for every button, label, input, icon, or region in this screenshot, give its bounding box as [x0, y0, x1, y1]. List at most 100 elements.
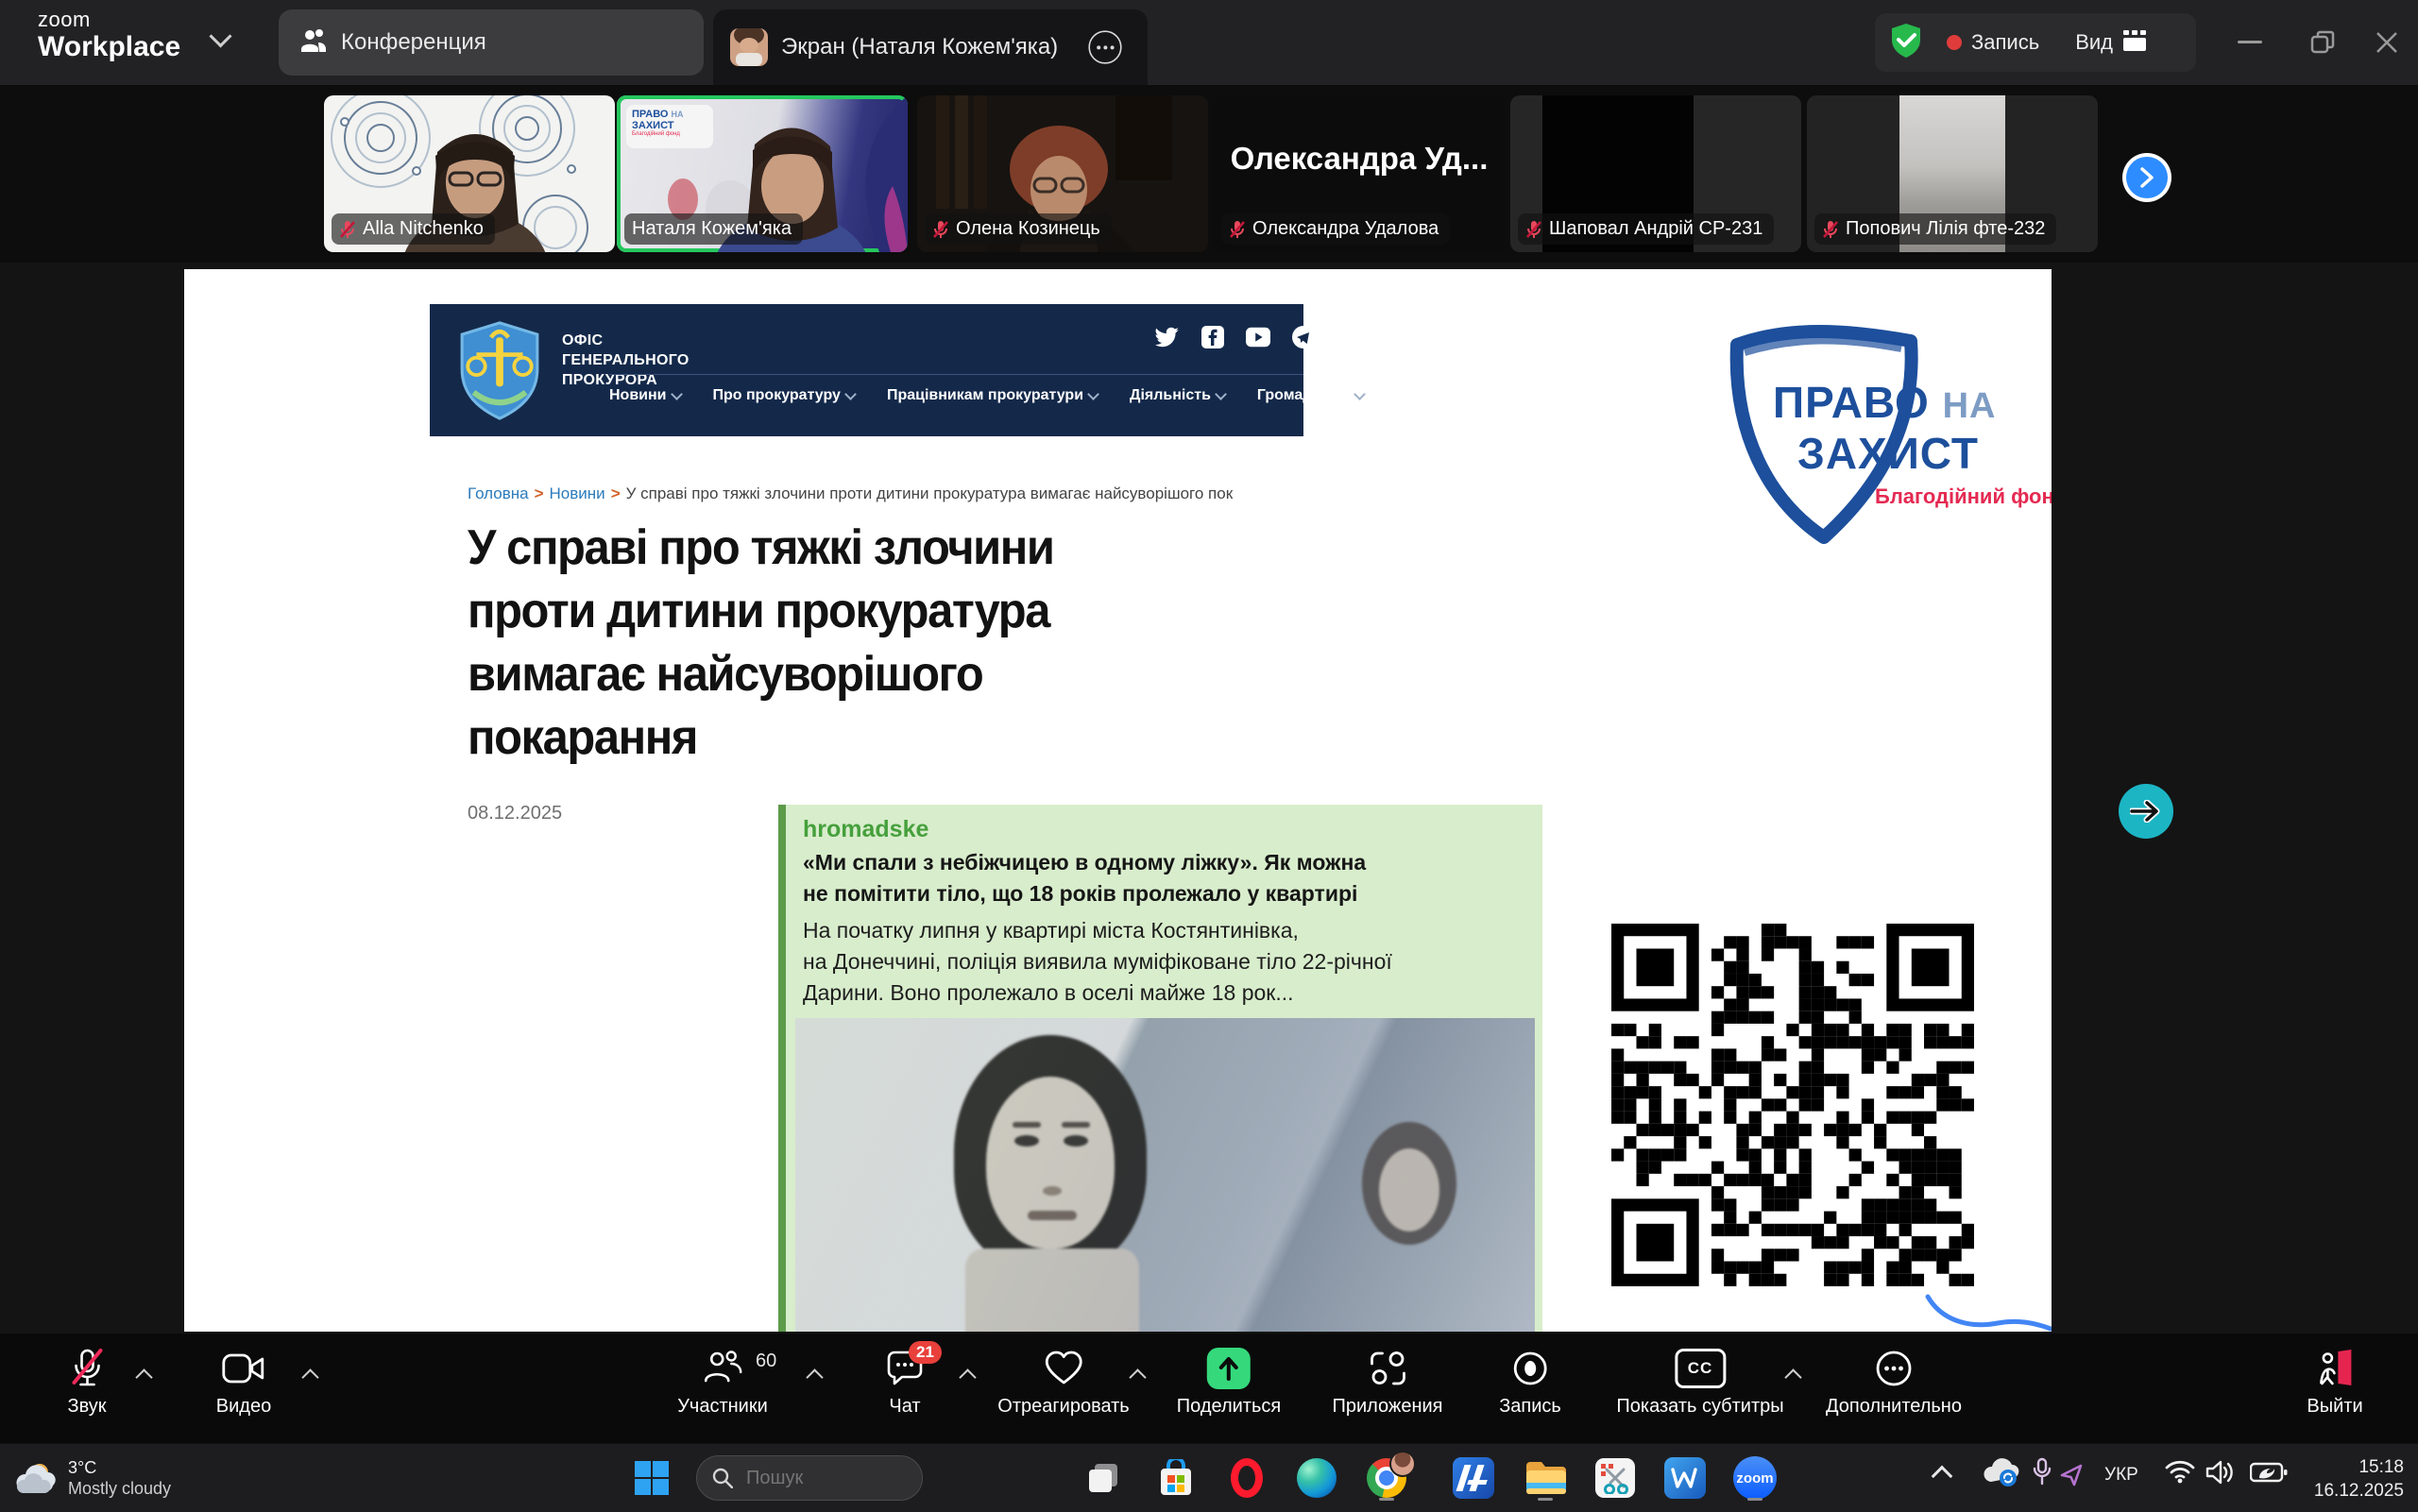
close-button[interactable] — [2361, 17, 2412, 68]
muted-mic-icon — [932, 220, 949, 239]
video-tile-oleksandra[interactable]: Олександра Уд... Олександра Удалова — [1214, 95, 1505, 252]
nav-cut[interactable]: К — [1396, 387, 1405, 404]
volume-icon[interactable] — [2205, 1459, 2235, 1486]
participants-options-chevron[interactable] — [806, 1368, 823, 1385]
battery-icon[interactable] — [2250, 1461, 2288, 1484]
react-options-chevron[interactable] — [1129, 1368, 1146, 1385]
next-participants-button[interactable] — [2122, 153, 2171, 202]
weather-temp: 3°C — [68, 1457, 171, 1478]
edge-icon[interactable] — [1292, 1453, 1341, 1503]
security-shield-icon[interactable] — [1890, 23, 1922, 63]
pnz-word1: ПРАВО НА — [1773, 377, 1996, 428]
participants-button[interactable]: Участники — [677, 1347, 768, 1418]
meeting-toolbar: Звук Видео Участники 60 Чат 21 Отреагиро… — [0, 1334, 2418, 1443]
tab-conference[interactable]: Конференция — [279, 9, 704, 76]
view-grid-icon[interactable] — [2122, 29, 2147, 57]
video-tile-olena[interactable]: Олена Козинець — [917, 95, 1208, 252]
opera-icon[interactable] — [1222, 1453, 1271, 1503]
wifi-icon[interactable] — [2165, 1459, 2195, 1484]
task-view-icon[interactable] — [1081, 1453, 1130, 1503]
nav-about[interactable]: Про прокуратуру — [713, 387, 855, 404]
leave-button[interactable]: Выйти — [2307, 1347, 2362, 1418]
record-button[interactable]: Запись — [1499, 1347, 1561, 1418]
apps-icon — [1369, 1347, 1406, 1390]
tray-expand-chevron[interactable] — [1934, 1461, 1950, 1484]
pen-annotation — [1922, 1291, 2052, 1332]
minimize-button[interactable] — [2224, 17, 2275, 68]
mic-in-use-icon[interactable] — [2033, 1457, 2052, 1486]
windows-logo-icon — [634, 1460, 670, 1496]
participant-name-tag: Олександра Удалова — [1221, 213, 1450, 245]
site-nav: Новини Про прокуратуру Працівникам проку… — [609, 387, 1405, 404]
chrome-icon[interactable] — [1362, 1453, 1411, 1503]
location-in-use-icon[interactable] — [2059, 1463, 2084, 1487]
quote-line: на Донеччині, поліція виявила муміфікова… — [803, 946, 1542, 977]
video-label: Видео — [216, 1396, 271, 1418]
workspace-dropdown-chevron[interactable] — [213, 28, 229, 44]
nav-news[interactable]: Новини — [609, 387, 681, 404]
participant-name-tag: Alla Nitchenko — [332, 213, 495, 245]
nav-citizens[interactable]: Громадянам — [1257, 387, 1364, 404]
quote-source: hromadske — [803, 816, 1542, 843]
twitter-icon[interactable] — [1155, 325, 1180, 349]
tab-screen-share[interactable]: Экран (Наталя Кожем'яка) — [713, 9, 1148, 85]
tab-screen-share-label: Экран (Наталя Кожем'яка) — [781, 34, 1058, 60]
more-button[interactable]: Дополнительно — [1826, 1347, 1962, 1418]
onedrive-icon[interactable] — [1980, 1457, 2021, 1487]
participant-name: Олена Козинець — [956, 218, 1100, 240]
word-icon[interactable] — [1660, 1453, 1710, 1503]
tab-options-icon[interactable] — [1089, 30, 1122, 63]
pnz-subtitle: Благодійний фонд — [1875, 484, 2052, 509]
breadcrumb-home[interactable]: Головна — [468, 484, 529, 502]
meeting-info-pill: Запись Вид — [1875, 13, 2196, 72]
view-label[interactable]: Вид — [2075, 30, 2113, 55]
apps-button[interactable]: Приложения — [1332, 1347, 1442, 1418]
video-button[interactable]: Видео — [216, 1347, 271, 1418]
breadcrumb: Головна>Новини>У справі про тяжкі злочин… — [468, 484, 1233, 503]
annotation-arrow-cursor — [2119, 784, 2173, 839]
article-title: У справі про тяжкі злочини проти дитини … — [468, 517, 1054, 770]
captions-options-chevron[interactable] — [1784, 1368, 1801, 1385]
video-tile-natalia[interactable]: ПРАВО НА ЗАХИСТ Благодійний фонд Наталя … — [617, 95, 908, 252]
restore-button[interactable] — [2297, 17, 2348, 68]
video-tile-shapoval[interactable]: Шаповал Андрій СР-231 — [1510, 95, 1801, 252]
zoom-app-icon[interactable]: zoom — [1730, 1453, 1779, 1503]
pnz-logo: ПРАВО НА ЗАХИСТ Благодійний фонд — [1714, 318, 2052, 554]
breadcrumb-news[interactable]: Новини — [550, 484, 605, 502]
brand-zoom: zoom — [38, 9, 180, 30]
site-org-name: ОФІС ГЕНЕРАЛЬНОГО ПРОКУРОРА — [562, 331, 690, 390]
participants-icon — [702, 1347, 743, 1390]
chat-unread-badge: 21 — [909, 1341, 942, 1364]
nav-employees[interactable]: Працівникам прокуратури — [887, 387, 1098, 404]
microsoft-store-icon[interactable] — [1151, 1453, 1200, 1503]
telegram-icon[interactable] — [1291, 325, 1316, 349]
video-options-chevron[interactable] — [301, 1368, 318, 1385]
video-tile-popovych[interactable]: Попович Лілія фте-232 — [1807, 95, 2098, 252]
record-label: Запись — [1499, 1396, 1561, 1418]
chat-options-chevron[interactable] — [959, 1368, 976, 1385]
react-button[interactable]: Отреагировать — [997, 1347, 1129, 1418]
youtube-icon[interactable] — [1246, 325, 1270, 349]
weather-widget[interactable]: 3°C Mostly cloudy — [11, 1448, 238, 1508]
zoom-title-bar: zoom Workplace Конференция Экран (Наталя… — [0, 0, 2418, 85]
record-icon — [1511, 1347, 1549, 1390]
file-explorer-icon[interactable] — [1521, 1453, 1570, 1503]
cc-icon: CC — [1675, 1347, 1726, 1390]
language-indicator[interactable]: УКР — [2104, 1465, 2138, 1486]
snipping-tool-icon[interactable] — [1591, 1453, 1640, 1503]
clock[interactable]: 15:18 16.12.2025 — [2305, 1455, 2404, 1503]
search-input[interactable] — [744, 1467, 909, 1490]
facebook-icon[interactable] — [1200, 325, 1225, 349]
qr-code — [1611, 924, 1974, 1286]
app-icon-a[interactable] — [1449, 1453, 1498, 1503]
recording-label[interactable]: Запись — [1971, 30, 2039, 55]
captions-button[interactable]: CC Показать субтитры — [1616, 1347, 1783, 1418]
start-button[interactable] — [627, 1453, 676, 1503]
audio-button[interactable]: Звук — [67, 1347, 106, 1418]
audio-options-chevron[interactable] — [135, 1368, 152, 1385]
nav-activity[interactable]: Діяльність — [1130, 387, 1225, 404]
video-tile-alla[interactable]: Alla Nitchenko — [324, 95, 615, 252]
taskbar-search[interactable] — [696, 1455, 923, 1501]
tab-conference-label: Конференция — [341, 29, 486, 56]
share-button[interactable]: Поделиться — [1177, 1347, 1281, 1418]
